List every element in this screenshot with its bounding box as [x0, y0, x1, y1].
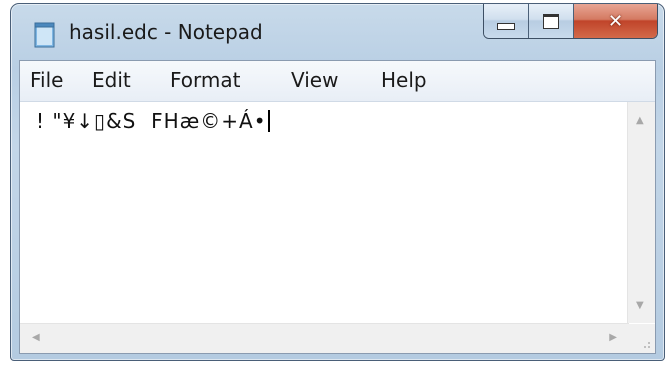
maximize-button[interactable] [529, 4, 574, 38]
scroll-right-arrow-icon[interactable]: ▶ [609, 332, 617, 343]
menu-bar: File Edit Format View Help [20, 61, 655, 102]
client-area: File Edit Format View Help ! "¥↓▯&S FHæ©… [19, 60, 656, 354]
size-grip[interactable] [628, 324, 655, 353]
maximize-icon [543, 13, 559, 29]
menu-file[interactable]: File [30, 68, 63, 92]
minimize-button[interactable] [484, 4, 529, 38]
title-bar[interactable]: hasil.edc - Notepad ✕ [11, 4, 664, 60]
editor-text: ! "¥↓▯&S FHæ©+Á• [36, 109, 267, 133]
notepad-icon[interactable] [34, 22, 56, 48]
minimize-icon [497, 22, 515, 30]
window-title: hasil.edc - Notepad [69, 20, 263, 44]
text-editor[interactable]: ! "¥↓▯&S FHæ©+Á• [20, 102, 629, 323]
horizontal-scrollbar[interactable]: ◀ ▶ [20, 323, 629, 353]
menu-format[interactable]: Format [170, 68, 240, 92]
notepad-window: hasil.edc - Notepad ✕ File Edit Format V… [10, 3, 665, 361]
text-caret [267, 110, 270, 132]
vertical-scrollbar[interactable]: ▲ ▼ [627, 102, 655, 323]
menu-view[interactable]: View [291, 68, 338, 92]
scroll-up-arrow-icon[interactable]: ▲ [636, 115, 644, 126]
menu-help[interactable]: Help [381, 68, 427, 92]
close-icon: ✕ [607, 10, 624, 32]
editor-content[interactable]: ! "¥↓▯&S FHæ©+Á• [36, 109, 270, 133]
scroll-down-arrow-icon[interactable]: ▼ [636, 300, 644, 311]
size-grip-icon [644, 342, 650, 348]
caption-buttons: ✕ [483, 4, 658, 39]
menu-edit[interactable]: Edit [92, 68, 131, 92]
close-button[interactable]: ✕ [574, 4, 657, 38]
scroll-left-arrow-icon[interactable]: ◀ [32, 332, 40, 343]
